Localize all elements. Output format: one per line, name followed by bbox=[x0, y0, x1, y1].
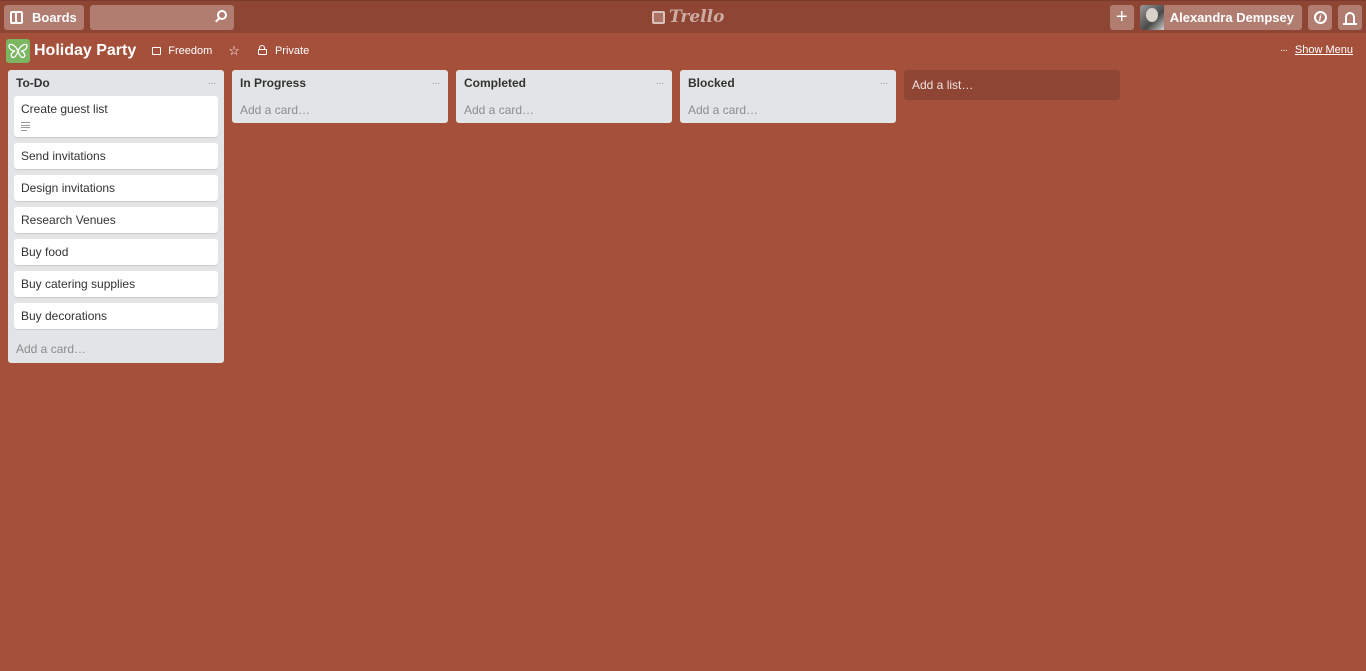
team-icon bbox=[152, 46, 162, 55]
list-title[interactable]: To-Do bbox=[16, 76, 50, 90]
info-button[interactable]: i bbox=[1308, 5, 1332, 30]
list-header[interactable]: Completed ··· bbox=[462, 70, 666, 96]
card[interactable]: Research Venues bbox=[14, 206, 218, 233]
add-button[interactable]: + bbox=[1109, 5, 1134, 30]
add-card-button[interactable]: Add a card… bbox=[462, 97, 666, 123]
list-menu-icon[interactable]: ··· bbox=[432, 78, 441, 89]
visibility-button[interactable]: Private bbox=[257, 44, 310, 57]
trello-logo[interactable]: Trello bbox=[652, 7, 724, 27]
list-title[interactable]: Completed bbox=[464, 76, 526, 90]
add-card-button[interactable]: Add a card… bbox=[14, 335, 218, 363]
board-title[interactable]: Holiday Party bbox=[34, 42, 136, 60]
show-menu-link[interactable]: Show Menu bbox=[1295, 44, 1353, 56]
avatar bbox=[1139, 5, 1164, 30]
list-menu-icon[interactable]: ··· bbox=[880, 78, 889, 89]
team-name: Freedom bbox=[168, 44, 213, 57]
list-header[interactable]: In Progress ··· bbox=[238, 70, 442, 96]
boards-label: Boards bbox=[32, 9, 77, 25]
add-card-button[interactable]: Add a card… bbox=[238, 97, 442, 123]
list-menu-icon[interactable]: ··· bbox=[656, 78, 665, 89]
boards-icon bbox=[10, 10, 23, 24]
star-icon[interactable]: ☆ bbox=[228, 43, 240, 59]
card[interactable]: Buy catering supplies bbox=[14, 270, 218, 297]
board-header: Holiday Party Freedom ☆ Private ··· Show… bbox=[0, 33, 1366, 68]
card[interactable]: Buy decorations bbox=[14, 302, 218, 329]
card-title: Design invitations bbox=[21, 180, 116, 195]
board-lists: To-Do ··· Create guest list Send invitat… bbox=[0, 68, 1366, 363]
add-list-button[interactable]: Add a list… bbox=[904, 70, 1120, 100]
list-todo: To-Do ··· Create guest list Send invitat… bbox=[8, 70, 224, 363]
top-bar: Boards Trello + Alexandra Dempsey i bbox=[0, 0, 1366, 33]
lock-icon bbox=[257, 45, 267, 55]
card[interactable]: Create guest list bbox=[14, 96, 218, 137]
list-title[interactable]: Blocked bbox=[688, 76, 735, 90]
bell-icon bbox=[1343, 12, 1357, 25]
logo-text: Trello bbox=[669, 7, 725, 27]
member-button[interactable]: Alexandra Dempsey bbox=[1139, 5, 1302, 30]
search-input[interactable] bbox=[89, 4, 234, 30]
list-completed: Completed ··· Add a card… bbox=[456, 70, 672, 123]
more-icon: ··· bbox=[1279, 44, 1288, 56]
info-icon: i bbox=[1313, 11, 1327, 24]
list-header[interactable]: Blocked ··· bbox=[686, 70, 890, 96]
card-title: Buy food bbox=[21, 244, 69, 259]
plus-icon: + bbox=[1115, 6, 1128, 28]
notifications-button[interactable] bbox=[1338, 5, 1362, 30]
topbar-actions: + Alexandra Dempsey i bbox=[1109, 5, 1362, 30]
card[interactable]: Buy food bbox=[14, 238, 218, 265]
butterfly-icon bbox=[6, 38, 30, 63]
show-menu[interactable]: ··· Show Menu bbox=[1280, 44, 1353, 56]
card[interactable]: Send invitations bbox=[14, 142, 218, 169]
card[interactable]: Design invitations bbox=[14, 174, 218, 201]
list-header[interactable]: To-Do ··· bbox=[14, 70, 218, 96]
card-title: Research Venues bbox=[21, 212, 116, 227]
boards-button[interactable]: Boards bbox=[4, 4, 84, 30]
add-card-button[interactable]: Add a card… bbox=[686, 97, 890, 123]
list-in-progress: In Progress ··· Add a card… bbox=[232, 70, 448, 123]
visibility-label: Private bbox=[274, 44, 310, 57]
description-icon bbox=[21, 122, 30, 131]
user-name: Alexandra Dempsey bbox=[1169, 10, 1294, 25]
card-title: Create guest list bbox=[21, 102, 108, 116]
card-title: Send invitations bbox=[21, 148, 106, 163]
card-title: Buy catering supplies bbox=[21, 276, 136, 291]
trello-logo-icon bbox=[652, 10, 665, 24]
search-box[interactable] bbox=[89, 4, 234, 30]
team-button[interactable]: Freedom bbox=[152, 45, 212, 57]
list-blocked: Blocked ··· Add a card… bbox=[680, 70, 896, 123]
list-title[interactable]: In Progress bbox=[240, 76, 306, 90]
card-title: Buy decorations bbox=[21, 308, 108, 323]
list-menu-icon[interactable]: ··· bbox=[208, 78, 217, 89]
search-icon[interactable] bbox=[216, 9, 227, 20]
